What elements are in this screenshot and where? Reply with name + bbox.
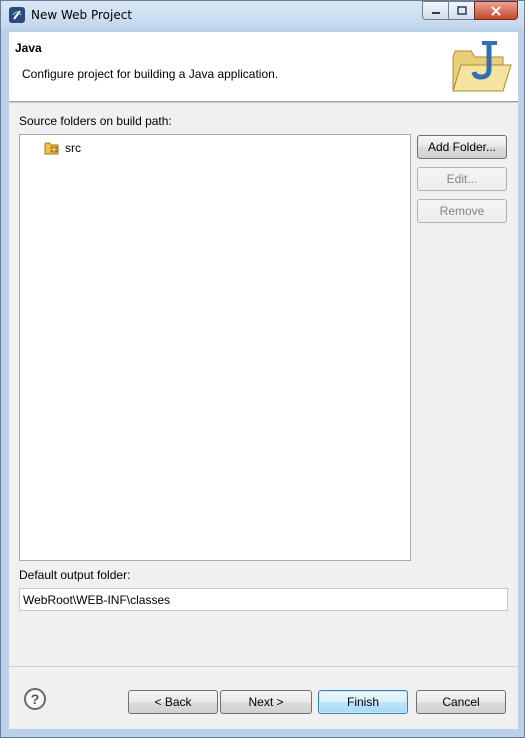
add-folder-button[interactable]: Add Folder... xyxy=(417,135,507,159)
window-title: New Web Project xyxy=(31,8,133,22)
eclipse-icon xyxy=(9,7,25,23)
source-folders-tree[interactable]: src xyxy=(19,134,411,561)
close-icon xyxy=(491,5,501,16)
source-folder-icon xyxy=(44,142,59,155)
page-title: Java xyxy=(15,41,42,55)
page-description: Configure project for building a Java ap… xyxy=(22,67,279,81)
new-web-project-dialog: New Web Project Java Configure project f… xyxy=(0,0,525,738)
close-button[interactable] xyxy=(474,1,518,20)
title-bar[interactable]: New Web Project xyxy=(1,1,524,29)
output-folder-field[interactable]: WebRoot\WEB-INF\classes xyxy=(19,588,508,611)
java-folder-icon xyxy=(449,39,513,95)
minimize-button[interactable] xyxy=(422,1,449,20)
window-controls xyxy=(422,1,518,21)
output-folder-label: Default output folder: xyxy=(19,568,131,582)
wizard-footer: ? < Back Next > Finish Cancel xyxy=(9,667,518,729)
remove-button[interactable]: Remove xyxy=(417,199,507,223)
tree-item-src[interactable]: src xyxy=(44,139,81,157)
minimize-icon xyxy=(431,11,440,14)
back-button[interactable]: < Back xyxy=(128,690,218,714)
maximize-button[interactable] xyxy=(448,1,475,20)
wizard-body: Source folders on build path: src Add Fo… xyxy=(9,103,518,666)
edit-button[interactable]: Edit... xyxy=(417,167,507,191)
source-folders-label: Source folders on build path: xyxy=(19,114,172,128)
cancel-button[interactable]: Cancel xyxy=(416,690,506,714)
wizard-header: Java Configure project for building a Ja… xyxy=(9,32,518,102)
maximize-icon xyxy=(456,6,467,15)
help-icon[interactable]: ? xyxy=(24,688,46,710)
tree-item-label: src xyxy=(65,141,81,155)
next-button[interactable]: Next > xyxy=(220,690,312,714)
finish-button[interactable]: Finish xyxy=(318,690,408,714)
